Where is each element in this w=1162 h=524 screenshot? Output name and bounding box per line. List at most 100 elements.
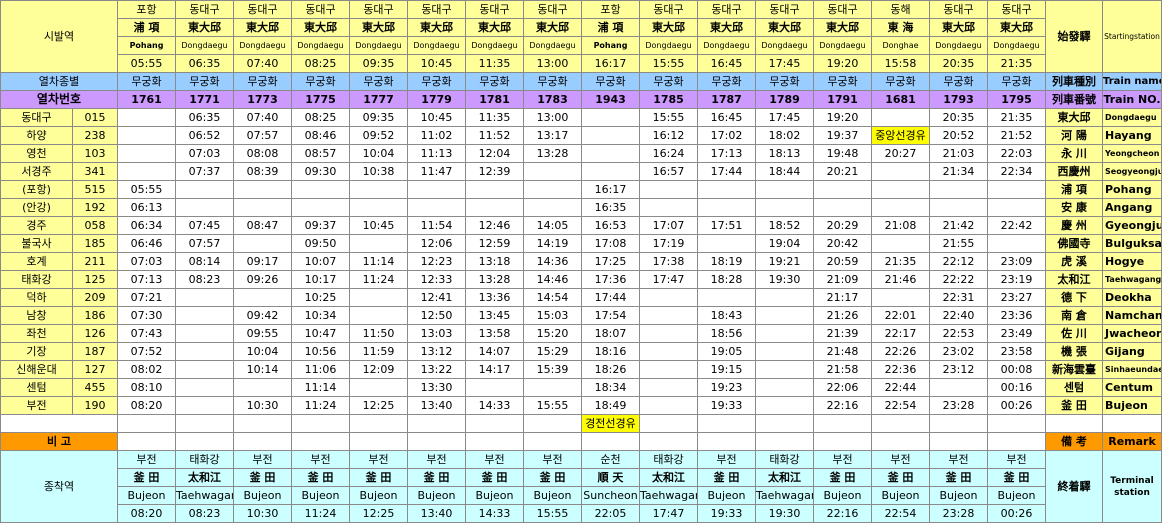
time-cell: 23:58 — [987, 342, 1046, 361]
origin-ko: 동대구 — [639, 0, 698, 19]
time-cell — [175, 360, 234, 379]
time-cell — [349, 306, 408, 325]
destination-ko: 부전 — [291, 450, 350, 469]
train-type: 무궁화 — [523, 72, 582, 91]
station-en: Gyeongju — [1102, 216, 1162, 235]
time-cell: 19:04 — [755, 234, 814, 253]
time-cell: 23:28 — [929, 396, 988, 415]
origin-hanja: 東大邱 — [407, 18, 466, 37]
destination-en: Bujeon — [233, 486, 292, 505]
train-type: 무궁화 — [813, 72, 872, 91]
note-cell — [233, 414, 292, 433]
time-cell — [175, 180, 234, 199]
origin-hanja: 東大邱 — [349, 18, 408, 37]
start-station-label: 시발역 — [0, 0, 118, 73]
station-code: 103 — [72, 144, 118, 163]
train-number: 1773 — [233, 90, 292, 109]
origin-ko: 동대구 — [755, 0, 814, 19]
time-cell — [639, 324, 698, 343]
origin-en: Donghae — [871, 36, 930, 55]
time-cell — [929, 378, 988, 397]
time-cell: 18:52 — [755, 216, 814, 235]
time-cell: 10:47 — [291, 324, 350, 343]
origin-ko: 포항 — [117, 0, 176, 19]
time-cell: 19:05 — [697, 342, 756, 361]
origin-time: 19:20 — [813, 54, 872, 73]
destination-hanja: 釜 田 — [233, 468, 292, 487]
start-station-en: Startingstation — [1102, 0, 1162, 73]
station-name: 하양 — [0, 126, 73, 145]
origin-time: 20:35 — [929, 54, 988, 73]
destination-ko: 태화강 — [639, 450, 698, 469]
time-cell: 15:29 — [523, 342, 582, 361]
time-cell — [349, 234, 408, 253]
time-cell: 07:57 — [233, 126, 292, 145]
station-en: Angang — [1102, 198, 1162, 217]
time-cell: 09:26 — [233, 270, 292, 289]
origin-time: 21:35 — [987, 54, 1046, 73]
remark-cell — [117, 432, 176, 451]
origin-en: Pohang — [581, 36, 640, 55]
time-cell — [755, 180, 814, 199]
time-cell: 16:57 — [639, 162, 698, 181]
origin-en: Dongdaegu — [523, 36, 582, 55]
remark-cell — [465, 432, 524, 451]
time-cell: 18:02 — [755, 126, 814, 145]
time-cell — [987, 180, 1046, 199]
note-cell — [755, 414, 814, 433]
time-cell: 21:34 — [929, 162, 988, 181]
station-code: 186 — [72, 306, 118, 325]
note-cell — [987, 414, 1046, 433]
station-code: 238 — [72, 126, 118, 145]
time-cell — [871, 234, 930, 253]
destination-en: Bujeon — [349, 486, 408, 505]
time-cell: 22:01 — [871, 306, 930, 325]
destination-en: Bujeon — [291, 486, 350, 505]
time-cell: 06:35 — [175, 108, 234, 127]
time-cell: 18:56 — [697, 324, 756, 343]
origin-time: 16:17 — [581, 54, 640, 73]
destination-time: 19:33 — [697, 504, 756, 523]
time-cell — [697, 288, 756, 307]
time-cell: 12:06 — [407, 234, 466, 253]
origin-row-en: Pohang Dongdaegu Dongdaegu Dongdaegu Dongdae… — [1, 36, 1162, 55]
time-cell — [813, 180, 872, 199]
station-code: 126 — [72, 324, 118, 343]
remark-row: 비 고 備 考 Remark — [0, 432, 1162, 451]
remark-cell — [755, 432, 814, 451]
station-hanja: 太和江 — [1045, 270, 1103, 289]
time-cell: 12:39 — [465, 162, 524, 181]
origin-time: 15:58 — [871, 54, 930, 73]
station-hanja: 東大邱 — [1045, 108, 1103, 127]
station-en: Pohang — [1102, 180, 1162, 199]
time-cell: 23:12 — [929, 360, 988, 379]
time-cell — [523, 198, 582, 217]
time-cell — [639, 180, 698, 199]
train-number: 1681 — [871, 90, 930, 109]
destination-time: 23:28 — [929, 504, 988, 523]
destination-ko: 부전 — [929, 450, 988, 469]
remark-cell — [523, 432, 582, 451]
time-cell: 22:36 — [871, 360, 930, 379]
time-cell: 17:44 — [697, 162, 756, 181]
origin-hanja: 東大邱 — [175, 18, 234, 37]
train-no-hanja: 列車番號 — [1045, 90, 1103, 109]
time-cell: 10:34 — [291, 306, 350, 325]
time-cell: 13:28 — [465, 270, 524, 289]
train-number: 1785 — [639, 90, 698, 109]
train-number: 1775 — [291, 90, 350, 109]
time-cell: 16:17 — [581, 180, 640, 199]
origin-ko: 동해 — [871, 0, 930, 19]
time-cell — [349, 180, 408, 199]
time-cell: 11:24 — [349, 270, 408, 289]
station-code: 187 — [72, 342, 118, 361]
destination-en: Taehwagang — [639, 486, 698, 505]
time-cell — [871, 162, 930, 181]
destination-en: Bujeon — [813, 486, 872, 505]
destination-hanja: 釜 田 — [407, 468, 466, 487]
time-cell: 12:50 — [407, 306, 466, 325]
time-cell: 14:54 — [523, 288, 582, 307]
timetable: 시발역 포항 동대구 동대구 동대구 동대구 동대구 동대구 동대구 포항 동대구 동대구 동대구 동대구… — [0, 0, 1162, 523]
time-cell: 22:42 — [987, 216, 1046, 235]
time-cell: 06:52 — [175, 126, 234, 145]
